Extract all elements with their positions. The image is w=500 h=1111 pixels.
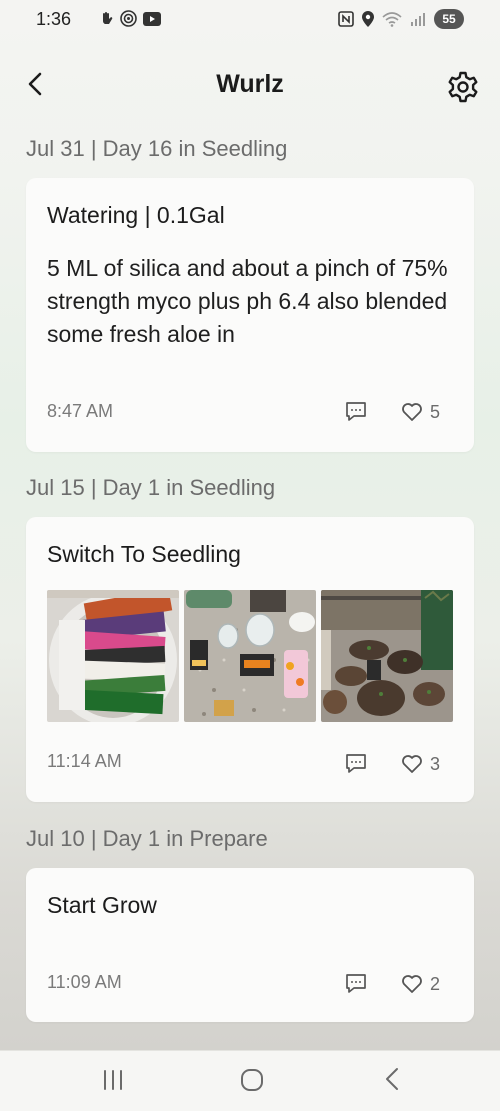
battery-level: 55 <box>442 12 456 26</box>
entry-date: Jul 15 | Day 1 in Seedling <box>26 475 276 500</box>
entry-time: 11:09 AM <box>47 972 122 992</box>
nfc-icon <box>338 11 354 27</box>
like-count: 3 <box>430 753 441 774</box>
comment-icon[interactable] <box>344 399 368 423</box>
back-icon[interactable] <box>380 1066 406 1092</box>
entry-title: Watering | 0.1Gal <box>47 202 225 228</box>
entry-time: 8:47 AM <box>47 401 114 421</box>
entry-date: Jul 10 | Day 1 in Prepare <box>26 826 268 851</box>
entry-body: 5 ML of silica and about a pinch of 75% … <box>47 255 448 347</box>
entry-title: Switch To Seedling <box>47 541 241 567</box>
photo-seed-packets[interactable] <box>47 590 179 722</box>
location-icon <box>362 11 374 27</box>
battery-icon: 55 <box>434 9 464 29</box>
heart-icon <box>402 403 422 421</box>
entry-title: Start Grow <box>47 892 157 918</box>
status-right-icons: 55 <box>338 9 464 29</box>
photo-supplies-on-counter[interactable] <box>184 590 316 722</box>
header: Wurlz <box>0 58 500 114</box>
comment-icon[interactable] <box>344 971 368 995</box>
like-count: 2 <box>430 973 441 994</box>
status-left-icons <box>100 10 161 27</box>
like-button[interactable]: 5 <box>401 400 440 424</box>
hand-icon <box>103 11 113 24</box>
record-icon <box>120 10 137 27</box>
wifi-icon <box>382 12 402 27</box>
status-time: 1:36 <box>36 9 72 29</box>
entry-time: 11:14 AM <box>47 751 122 771</box>
youtube-icon <box>143 11 161 26</box>
heart-icon <box>402 975 422 993</box>
heart-icon <box>402 755 422 773</box>
home-icon[interactable] <box>239 1067 265 1093</box>
signal-icon <box>411 13 425 26</box>
photo-seedling-pots[interactable] <box>321 590 453 722</box>
comment-icon[interactable] <box>344 751 368 775</box>
page-title: Wurlz <box>216 70 284 98</box>
entry-date: Jul 31 | Day 16 in Seedling <box>26 136 288 161</box>
system-nav-bar <box>0 1051 500 1111</box>
like-button[interactable]: 2 <box>401 972 440 996</box>
journal-entry-card[interactable]: Start Grow 11:09 AM 2 <box>26 868 474 1022</box>
journal-entry-card[interactable]: Switch To Seedling 11:14 AM 3 <box>26 517 474 802</box>
gear-icon[interactable] <box>446 70 480 104</box>
journal-entry-card[interactable]: Watering | 0.1Gal 5 ML of silica and abo… <box>26 178 474 452</box>
like-button[interactable]: 3 <box>401 752 440 776</box>
status-bar: 1:36 55 <box>0 0 500 40</box>
recent-apps-icon[interactable] <box>100 1067 126 1093</box>
like-count: 5 <box>430 401 441 422</box>
